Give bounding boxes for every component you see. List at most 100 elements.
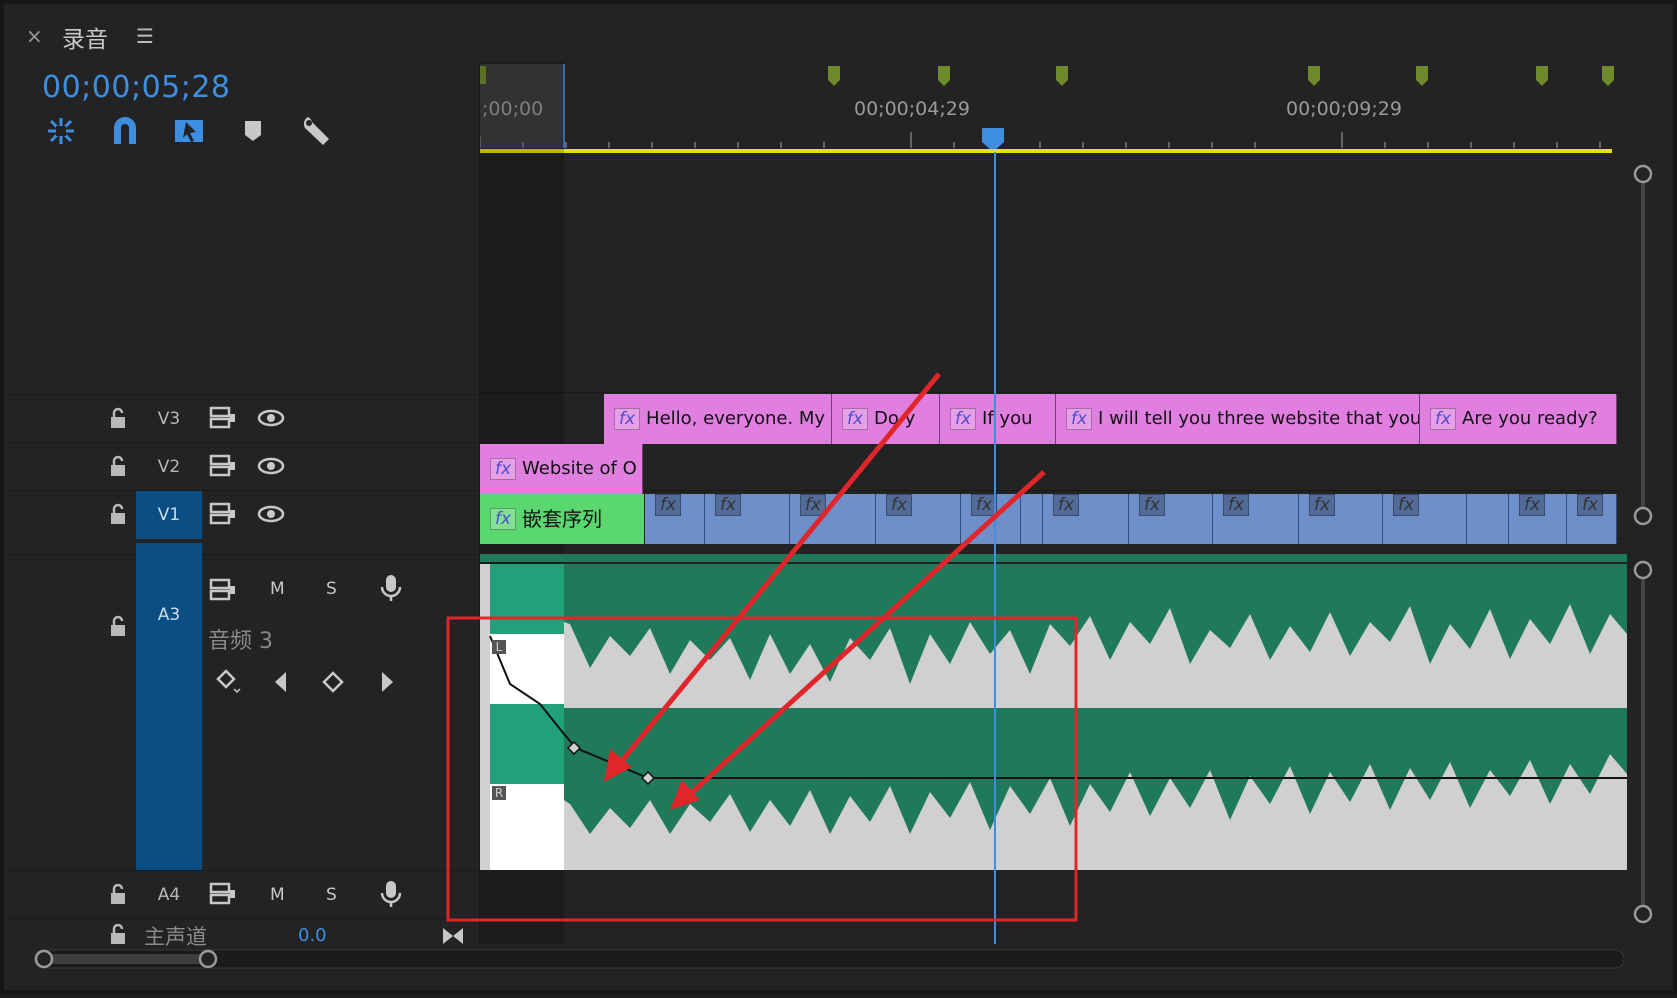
v3-clip[interactable]: fx If you (940, 394, 1056, 444)
snap-magnet-icon[interactable] (108, 114, 142, 148)
v1-clip[interactable]: fx (1383, 494, 1467, 544)
v3-clip[interactable]: fx I will tell you three website that you (1056, 394, 1420, 444)
v2-clip[interactable]: fx Website of O (480, 444, 643, 494)
fx-badge: fx (490, 458, 517, 480)
panel-menu-icon[interactable]: ☰ (136, 24, 154, 48)
ruler-ticks-and-markers (480, 64, 1614, 152)
v1-clip[interactable]: fx (790, 494, 876, 544)
close-icon[interactable]: × (26, 24, 43, 48)
v1-clip[interactable]: fx (645, 494, 705, 544)
mute-button[interactable]: M (270, 579, 285, 599)
keyframe-diamond-icon[interactable] (320, 669, 346, 695)
track-name-v3[interactable]: V3 (136, 395, 202, 443)
track-header-v1: V1 (8, 490, 480, 539)
v1-clip[interactable]: fx (1129, 494, 1213, 544)
marker-icon (938, 66, 950, 86)
v1-clip[interactable]: fx (1509, 494, 1567, 544)
lock-icon[interactable] (108, 923, 128, 945)
ruler-ticks (480, 132, 1601, 148)
time-ruler[interactable]: ;00;00 00;00;04;29 00;00;09;29 (480, 62, 1632, 152)
fx-badge: fx (842, 408, 869, 430)
fx-badge: fx (1393, 494, 1420, 516)
lock-icon[interactable] (108, 407, 128, 429)
a3-audio-clip[interactable]: fx L R (480, 554, 1627, 870)
eye-icon[interactable] (256, 501, 286, 527)
lock-icon[interactable] (108, 455, 128, 477)
fx-badge: fx (655, 494, 682, 516)
sequence-tab-title[interactable]: 录音 (62, 20, 108, 54)
horizontal-zoom-scrollbar[interactable] (34, 944, 1634, 974)
audio-track-label[interactable]: 音频 3 (208, 623, 273, 655)
sync-lock-icon[interactable] (208, 405, 238, 431)
track-headers: V3 V2 V1 A3 M S 音频 3 A4 M S 主声道 0.0 (8, 394, 480, 950)
sync-lock-icon[interactable] (208, 453, 238, 479)
clip-title: I will tell you three website that you (1098, 408, 1420, 429)
fx-badge: fx (1430, 408, 1457, 430)
marker-icon (1602, 66, 1614, 86)
microphone-icon[interactable] (376, 879, 406, 909)
fx-badge: fx (950, 408, 977, 430)
clip-title: Website of O (522, 458, 637, 479)
marker-icon (828, 66, 840, 86)
v1-nested-sequence-clip[interactable]: fx 嵌套序列 (480, 494, 644, 544)
add-marker-icon[interactable] (240, 118, 266, 144)
fx-badge: fx (800, 494, 827, 516)
master-volume-value[interactable]: 0.0 (298, 925, 327, 946)
playhead-timecode[interactable]: 00;00;05;28 (42, 70, 231, 105)
track-header-a4: A4 M S (8, 870, 480, 918)
audio-clip-header (480, 554, 1627, 562)
fx-badge: fx (1223, 494, 1250, 516)
microphone-icon[interactable] (376, 573, 406, 603)
track-name-a3[interactable]: A3 (136, 543, 202, 871)
clip-title: If you (982, 408, 1033, 429)
nest-sequence-icon[interactable] (44, 114, 78, 148)
track-name-v1[interactable]: V1 (136, 491, 202, 539)
solo-button[interactable]: S (326, 579, 337, 599)
v3-clip[interactable]: fx Are you ready? (1420, 394, 1617, 444)
track-name-a4[interactable]: A4 (136, 871, 202, 919)
next-keyframe-icon[interactable] (376, 669, 398, 695)
track-header-v2: V2 (8, 442, 480, 490)
linked-selection-icon[interactable] (172, 114, 206, 148)
fx-badge: fx (490, 508, 517, 530)
fx-badge: fx (1066, 408, 1093, 430)
marker-icon (1416, 66, 1428, 86)
wrench-settings-icon[interactable] (300, 114, 334, 148)
fx-badge: fx (1053, 494, 1080, 516)
fx-badge: fx (614, 408, 641, 430)
right-channel-label: R (492, 786, 506, 800)
solo-button[interactable]: S (326, 885, 337, 905)
add-keyframe-icon[interactable] (214, 667, 244, 697)
v1-clip[interactable]: fx (1299, 494, 1383, 544)
v1-clip[interactable] (1467, 494, 1509, 544)
track-name-v2[interactable]: V2 (136, 443, 202, 491)
v1-clip[interactable]: fx (705, 494, 790, 544)
lock-icon[interactable] (108, 883, 128, 905)
marker-icon (1308, 66, 1320, 86)
eye-icon[interactable] (256, 405, 286, 431)
v3-clip[interactable]: fx Hello, everyone. My (604, 394, 832, 444)
v1-clip[interactable]: fx (961, 494, 1021, 544)
sync-lock-icon[interactable] (208, 881, 238, 907)
timeline-panel: × 录音 ☰ 00;00;05;28 V3 V2 V1 A3 M S 音频 3 … (0, 0, 1677, 994)
lock-icon[interactable] (108, 503, 128, 525)
v1-clip[interactable]: fx (1567, 494, 1617, 544)
eye-icon[interactable] (256, 453, 286, 479)
sync-lock-icon[interactable] (208, 501, 238, 527)
v1-clip[interactable] (1021, 494, 1043, 544)
sync-lock-icon[interactable] (208, 577, 238, 603)
v3-clip[interactable]: fx Do y (832, 394, 940, 444)
clip-title: Do y (874, 408, 916, 429)
playhead-line[interactable] (994, 152, 996, 944)
work-area-bar[interactable] (480, 149, 1612, 153)
v1-clip[interactable]: fx (876, 494, 961, 544)
clip-title: Hello, everyone. My (646, 408, 826, 429)
v1-clip[interactable]: fx (1213, 494, 1299, 544)
vertical-scrollbar[interactable] (1633, 154, 1653, 944)
lock-icon[interactable] (108, 615, 128, 637)
panel-tab-bar: × 录音 ☰ (4, 4, 1674, 62)
previous-keyframe-icon[interactable] (270, 669, 292, 695)
v1-clip[interactable]: fx (1043, 494, 1129, 544)
mute-button[interactable]: M (270, 885, 285, 905)
fx-badge: fx (1519, 494, 1546, 516)
